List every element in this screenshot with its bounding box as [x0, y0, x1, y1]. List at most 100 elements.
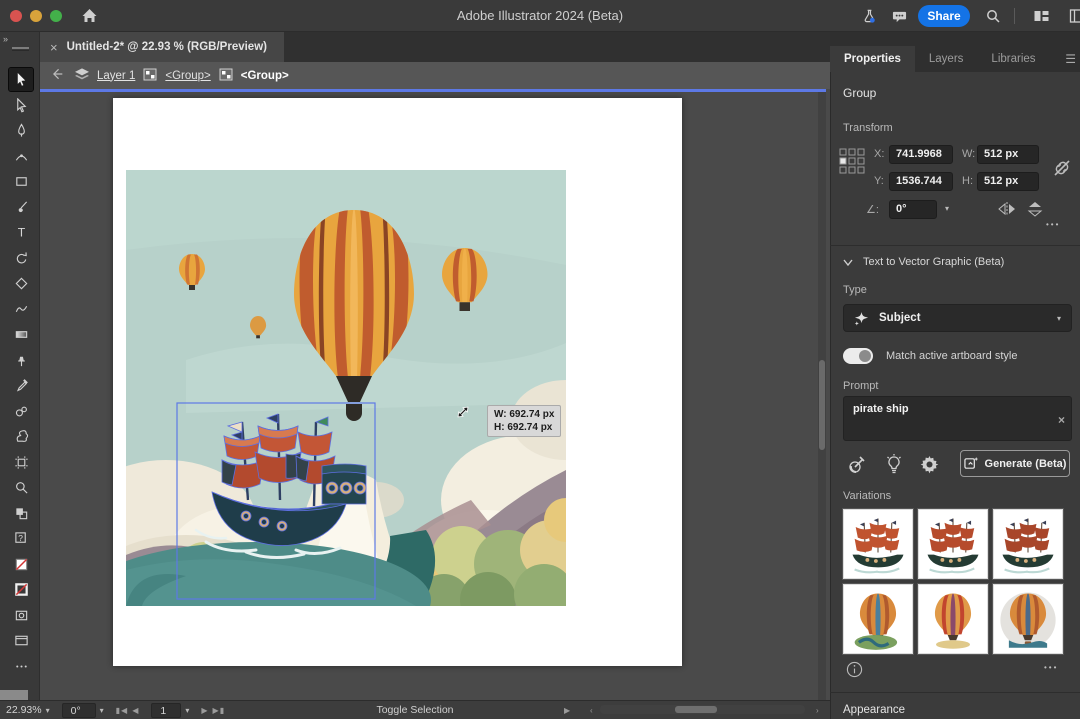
prompt-textarea[interactable]: pirate ship ×: [843, 396, 1072, 441]
tab-libraries[interactable]: Libraries: [977, 46, 1049, 72]
chat-icon[interactable]: [888, 6, 910, 26]
info-icon[interactable]: [846, 661, 863, 683]
blend-tool[interactable]: [9, 400, 33, 423]
document-tab[interactable]: × Untitled-2* @ 22.93 % (RGB/Preview): [40, 32, 284, 62]
back-arrow-icon[interactable]: [52, 68, 67, 83]
w-label: W:: [962, 148, 976, 160]
workspace-switcher-icon[interactable]: [1030, 6, 1052, 26]
direct-selection-tool[interactable]: [9, 94, 33, 117]
gradient-tool[interactable]: [9, 323, 33, 346]
selection-tool[interactable]: [8, 67, 34, 92]
draw-mode-toggle[interactable]: [9, 604, 33, 627]
screen-mode-toggle[interactable]: [9, 629, 33, 652]
search-icon[interactable]: [982, 6, 1004, 26]
breadcrumb: Layer 1 <Group> <Group>: [75, 67, 289, 84]
beta-flask-icon[interactable]: [858, 6, 880, 26]
t2v-more-options[interactable]: •••: [1044, 663, 1058, 672]
layers-icon: [75, 67, 89, 84]
breadcrumb-item-1[interactable]: <Group>: [165, 70, 210, 82]
toolbar-grip[interactable]: [12, 47, 29, 51]
match-artboard-style-toggle[interactable]: [843, 348, 873, 364]
style-picker-icon[interactable]: [845, 452, 869, 476]
type-tool[interactable]: T: [9, 221, 33, 244]
generate-button[interactable]: Generate (Beta): [960, 450, 1070, 477]
horizontal-scrollbar-thumb[interactable]: [675, 706, 717, 713]
eyedropper-tool[interactable]: [9, 374, 33, 397]
type-label: Type: [843, 284, 867, 296]
flip-vertical-icon[interactable]: [1026, 201, 1044, 222]
toolbar-more-button[interactable]: [9, 655, 33, 678]
status-play-icon[interactable]: ▶: [558, 701, 577, 719]
constrain-proportions-icon[interactable]: [1052, 158, 1072, 183]
resize-cursor-icon: [455, 404, 471, 425]
scroll-right-icon[interactable]: ›: [810, 701, 826, 719]
y-label: Y:: [874, 175, 884, 187]
rectangle-tool[interactable]: [9, 170, 33, 193]
paintbrush-tool[interactable]: [9, 196, 33, 219]
eraser-tool[interactable]: [9, 272, 33, 295]
angle-input[interactable]: 0°: [889, 200, 937, 219]
chevron-down-icon: [843, 259, 853, 266]
help-swatch[interactable]: ?: [9, 527, 33, 550]
vertical-scrollbar-thumb[interactable]: [819, 360, 825, 450]
pen-tool[interactable]: [9, 119, 33, 142]
angle-dropdown-icon[interactable]: ▾: [945, 204, 949, 213]
zoom-tool[interactable]: [9, 476, 33, 499]
vertical-scrollbar[interactable]: [818, 92, 826, 700]
chevron-down-icon[interactable]: ▾: [1057, 314, 1061, 323]
control-bar: Layer 1 <Group> <Group>: [40, 62, 830, 89]
y-input[interactable]: 1536.744: [889, 172, 953, 191]
transform-section-title: Transform: [843, 122, 893, 134]
settings-gear-icon[interactable]: [917, 452, 941, 476]
swatch-toggle-icon[interactable]: [9, 502, 33, 525]
type-select[interactable]: Subject ▾: [843, 304, 1072, 332]
suggestions-lightbulb-icon[interactable]: [882, 452, 906, 476]
variation-thumbnail-hot-air-balloon-2[interactable]: [917, 583, 989, 655]
breadcrumb-item-0[interactable]: Layer 1: [97, 70, 135, 82]
t2v-section-header[interactable]: Text to Vector Graphic (Beta): [843, 256, 1004, 268]
panel-menu-icon[interactable]: ☰: [1065, 52, 1076, 66]
match-artboard-style-label: Match active artboard style: [886, 350, 1018, 362]
stroke-swatch[interactable]: [9, 578, 33, 601]
reference-point-selector[interactable]: [838, 147, 866, 180]
pin-tool[interactable]: [9, 349, 33, 372]
panel-dock-icon[interactable]: [1066, 6, 1080, 26]
title-bar: Adobe Illustrator 2024 (Beta) Share: [0, 0, 1080, 32]
variation-thumbnail-hot-air-balloon-3[interactable]: [992, 583, 1064, 655]
breadcrumb-item-2[interactable]: <Group>: [241, 70, 289, 82]
variation-thumbnail-pirate-ship-1[interactable]: [842, 508, 914, 580]
close-tab-icon[interactable]: ×: [50, 40, 58, 55]
flip-horizontal-icon[interactable]: [998, 201, 1016, 222]
symbol-sprayer-tool[interactable]: [9, 425, 33, 448]
panel-divider: [830, 692, 1080, 693]
artwork[interactable]: [126, 170, 566, 606]
rotate-tool[interactable]: [9, 247, 33, 270]
share-button[interactable]: Share: [918, 5, 970, 27]
tooltip-height: H: 692.74 px: [494, 422, 553, 433]
illustrator-window: Adobe Illustrator 2024 (Beta) Share » T?…: [0, 0, 1080, 719]
variation-thumbnail-pirate-ship-2[interactable]: [917, 508, 989, 580]
variations-label: Variations: [843, 490, 892, 502]
variation-thumbnail-hot-air-balloon-1[interactable]: [842, 583, 914, 655]
scroll-left-icon[interactable]: ‹: [584, 701, 600, 719]
artboard-tool[interactable]: [9, 451, 33, 474]
fill-swatch[interactable]: [9, 553, 33, 576]
prompt-value: pirate ship: [853, 403, 909, 415]
t2v-title: Text to Vector Graphic (Beta): [863, 256, 1005, 268]
x-input[interactable]: 741.9968: [889, 145, 953, 164]
tab-layers[interactable]: Layers: [915, 46, 978, 72]
w-input[interactable]: 512 px: [977, 145, 1039, 164]
generate-icon: [963, 456, 978, 469]
variation-thumbnail-pirate-ship-3[interactable]: [992, 508, 1064, 580]
tab-properties[interactable]: Properties: [830, 46, 915, 72]
shaper-tool[interactable]: [9, 298, 33, 321]
dimension-tooltip: W: 692.74 px H: 692.74 px: [487, 405, 562, 437]
expand-panels-button[interactable]: »: [3, 34, 9, 44]
canvas-area[interactable]: W: 692.74 px H: 692.74 px: [40, 92, 826, 700]
h-input[interactable]: 512 px: [977, 172, 1039, 191]
horizontal-scrollbar[interactable]: [600, 705, 805, 714]
transform-more-options[interactable]: •••: [1046, 220, 1060, 229]
clear-prompt-icon[interactable]: ×: [1058, 413, 1065, 427]
curvature-tool[interactable]: [9, 145, 33, 168]
type-select-value: Subject: [879, 312, 921, 324]
